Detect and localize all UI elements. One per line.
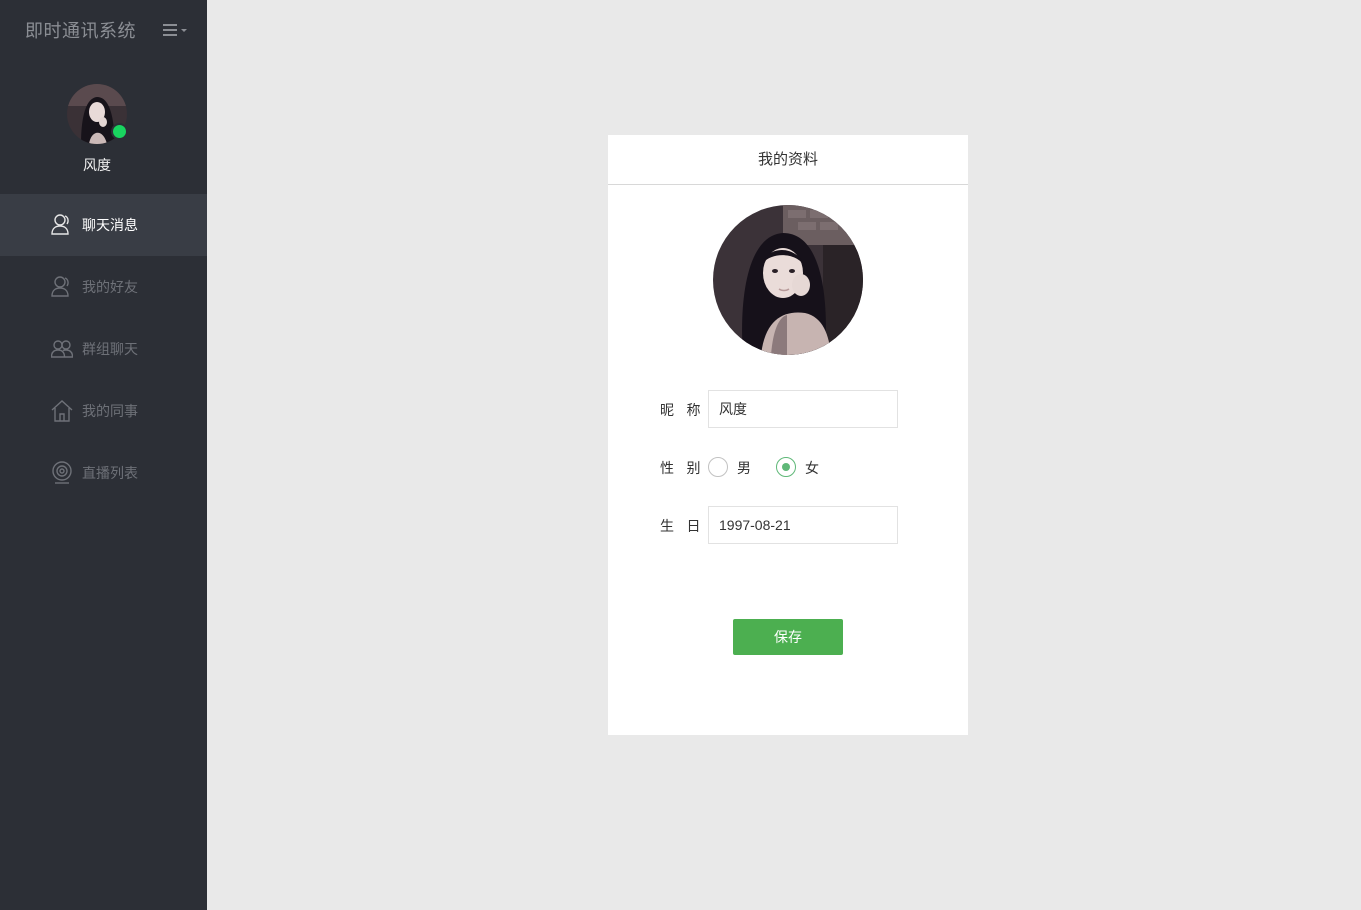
group-icon <box>50 337 74 361</box>
save-button[interactable]: 保存 <box>733 619 843 655</box>
sidebar-item-label: 直播列表 <box>82 466 138 482</box>
sidebar-item-my-friends[interactable]: 我的好友 <box>0 256 207 318</box>
profile-avatar[interactable] <box>713 205 863 355</box>
radio-circle-checked <box>776 457 796 477</box>
sidebar-nav: 聊天消息 我的好友 群组聊天 我的同事 直播列表 <box>0 194 207 504</box>
app-title: 即时通讯系统 <box>25 21 136 42</box>
gender-label: 性 别 <box>660 461 705 477</box>
nickname-label: 昵 称 <box>660 403 705 419</box>
user-icon <box>51 213 73 237</box>
sidebar-item-chat-messages[interactable]: 聊天消息 <box>0 194 207 256</box>
online-status-indicator <box>111 123 128 140</box>
sidebar-item-my-colleagues[interactable]: 我的同事 <box>0 380 207 442</box>
sidebar-item-live-list[interactable]: 直播列表 <box>0 442 207 504</box>
sidebar: 即时通讯系统 风度 聊天消息 我的好友 群组聊天 我的同事 直播列表 <box>0 0 207 910</box>
radio-circle <box>708 457 728 477</box>
profile-card: 我的资料 昵 称 性 别 男 女 <box>608 135 968 735</box>
sidebar-item-label: 我的好友 <box>82 280 138 296</box>
birthday-input[interactable] <box>708 506 898 544</box>
webcam-icon <box>51 461 73 485</box>
user-icon <box>51 275 73 299</box>
birthday-row: 生 日 <box>660 506 960 544</box>
gender-row: 性 别 男 女 <box>660 448 960 486</box>
sidebar-item-label: 我的同事 <box>82 404 138 420</box>
nickname-row: 昵 称 <box>660 390 960 428</box>
gender-option-label: 男 <box>737 461 751 477</box>
home-icon <box>51 399 73 423</box>
sidebar-item-label: 聊天消息 <box>82 218 138 234</box>
nickname-input[interactable] <box>708 390 898 428</box>
sidebar-item-label: 群组聊天 <box>82 342 138 358</box>
gender-option-label: 女 <box>805 461 819 477</box>
user-name: 风度 <box>83 158 111 174</box>
menu-toggle-icon[interactable] <box>163 22 189 38</box>
birthday-label: 生 日 <box>660 519 705 535</box>
card-title: 我的资料 <box>608 135 968 185</box>
sidebar-item-group-chat[interactable]: 群组聊天 <box>0 318 207 380</box>
